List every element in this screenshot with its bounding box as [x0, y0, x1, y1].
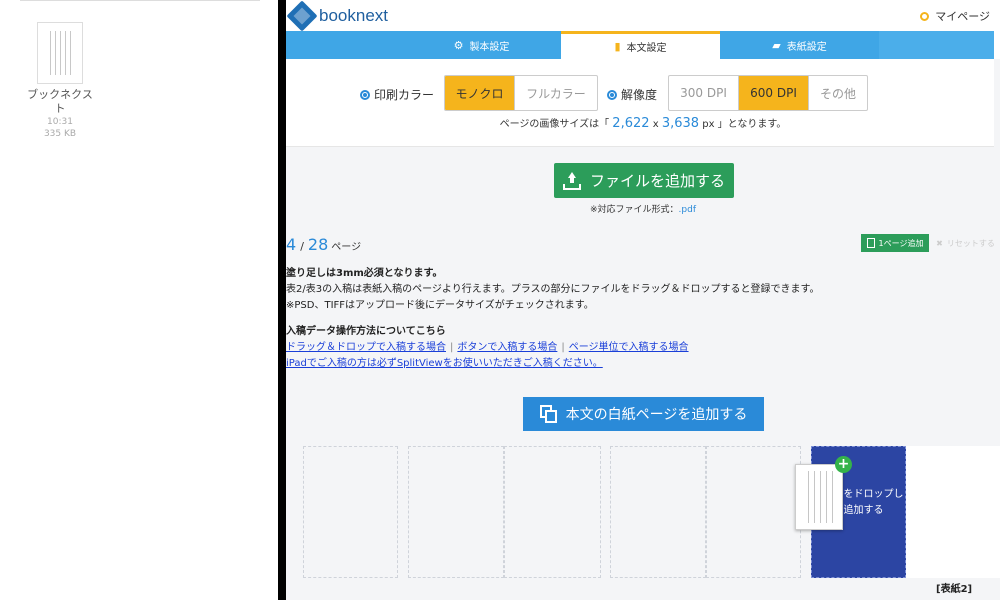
print-color-selector: モノクロ フルカラー — [444, 75, 598, 111]
close-icon: ✖ — [936, 238, 943, 248]
tab-bar: ⚙ 製本設定 ▮ 本文設定 ▰ 表紙設定 — [286, 31, 1000, 59]
page-separator: / — [300, 240, 304, 253]
print-color-label-text: 印刷カラー — [374, 88, 435, 102]
tab-label: 本文設定 — [626, 43, 667, 54]
radio-icon — [360, 89, 370, 100]
user-icon — [920, 11, 930, 21]
page-unit: ページ — [331, 242, 362, 253]
tab-bar-spacer — [879, 31, 994, 59]
add-one-page-button[interactable]: 1ページ追加 — [861, 234, 929, 252]
radio-icon — [607, 89, 617, 100]
logo-icon — [286, 0, 318, 32]
file-thumbnail — [37, 22, 83, 84]
image-size-text: ページの画像サイズは「 2,622 x 3,638 px 」となります。 — [286, 115, 1000, 131]
add-file-button[interactable]: ファイルを追加する — [554, 163, 734, 198]
formats-label: ※対応ファイル形式： — [589, 205, 679, 215]
page-icon — [866, 238, 875, 248]
note-psd-tiff: ※PSD、TIFFはアップロード後にデータサイズがチェックされます。 — [286, 300, 594, 311]
cover-2-label: [表紙2] — [936, 584, 973, 595]
plus-icon: + — [835, 456, 852, 473]
file-item[interactable]: ブックネクスト 10:31 335 KB — [22, 22, 98, 140]
page-slot[interactable] — [610, 446, 706, 578]
upload-icon — [562, 171, 581, 190]
print-settings: 印刷カラー モノクロ フルカラー 解像度 300 DPI 600 DPI その他… — [286, 59, 994, 147]
add-file-label: ファイルを追加する — [589, 172, 725, 190]
book-icon: ▰ — [772, 38, 781, 52]
image-size-prefix: ページの画像サイズは「 — [499, 119, 610, 130]
page-slot[interactable] — [504, 446, 601, 578]
document-icon: ▮ — [614, 40, 621, 53]
logo[interactable]: booknext — [286, 0, 388, 32]
link-page-upload[interactable]: ページ単位で入稿する場合 — [569, 342, 689, 353]
app-window: ブックネクスト 10:31 335 KB booknext マイページ ⚙ 製本… — [0, 0, 1000, 600]
tab-body-settings[interactable]: ▮ 本文設定 — [561, 31, 720, 59]
option-full-color[interactable]: フルカラー — [515, 76, 597, 110]
copy-icon — [539, 405, 558, 423]
file-size: 335 KB — [43, 129, 77, 139]
option-300dpi[interactable]: 300 DPI — [669, 76, 739, 110]
mypage-link[interactable]: マイページ — [920, 8, 990, 24]
link-separator: | — [561, 342, 565, 353]
resolution-selector: 300 DPI 600 DPI その他 — [668, 75, 868, 111]
file-panel: ブックネクスト 10:31 335 KB — [0, 0, 278, 600]
resolution-label: 解像度 — [607, 86, 657, 103]
page-slot[interactable] — [706, 446, 801, 578]
current-page-count: 4 — [286, 235, 297, 254]
main-content: booknext マイページ ⚙ 製本設定 ▮ 本文設定 ▰ 表紙設定 印刷カラ… — [286, 0, 1000, 600]
logo-text: booknext — [319, 6, 388, 25]
howto-link-row: ドラッグ＆ドロップで入稿する場合 | ボタンで入稿する場合 | ページ単位で入稿する場合 — [286, 340, 689, 356]
dragged-file-thumbnail[interactable] — [795, 464, 843, 530]
image-height: 3,638 — [661, 116, 700, 131]
add-blank-page-button[interactable]: 本文の白紙ページを追加する — [523, 397, 764, 431]
tab-label: 表紙設定 — [786, 41, 827, 53]
page-slots: ァイルをドロップして追加する + — [303, 446, 1000, 578]
print-color-label: 印刷カラー — [360, 86, 434, 103]
page-counter: 4 / 28 ページ — [286, 235, 361, 254]
note-cover-pages: 表2/表3の入稿は表紙入稿のページより行えます。プラスの部分にファイルをドラッグ… — [286, 284, 820, 295]
add-one-page-label: 1ページ追加 — [878, 238, 924, 248]
option-other[interactable]: その他 — [809, 76, 867, 110]
tab-label: 製本設定 — [469, 41, 510, 53]
link-button-upload[interactable]: ボタンで入稿する場合 — [457, 342, 557, 353]
total-page-count: 28 — [307, 235, 329, 254]
link-drag-drop[interactable]: ドラッグ＆ドロップで入稿する場合 — [286, 342, 446, 353]
reset-button[interactable]: ✖ リセットする — [931, 234, 1000, 252]
page-slot[interactable] — [408, 446, 504, 578]
file-time: 10:31 — [47, 117, 73, 127]
image-size-x: x — [652, 119, 659, 130]
howto-links: 入稿データ操作方法についてこちら ドラッグ＆ドロップで入稿する場合 | ボタンで入稿… — [286, 324, 689, 372]
add-blank-page-label: 本文の白紙ページを追加する — [565, 407, 748, 423]
cover-slot[interactable] — [906, 446, 1000, 578]
formats-value: .pdf — [678, 205, 696, 215]
mypage-label: マイページ — [935, 10, 990, 23]
page-slot[interactable] — [303, 446, 398, 578]
option-600dpi[interactable]: 600 DPI — [739, 76, 809, 110]
image-width: 2,622 — [612, 116, 650, 131]
gear-icon: ⚙ — [453, 38, 464, 52]
header: booknext マイページ — [286, 0, 1000, 32]
resolution-label-text: 解像度 — [621, 88, 658, 102]
link-separator: | — [450, 342, 454, 353]
image-size-suffix: px 」となります。 — [702, 119, 787, 130]
link-ipad-splitview[interactable]: iPadでご入稿の方は必ずSplitViewをお使いいただきご入稿ください。 — [286, 358, 603, 369]
supported-formats: ※対応ファイル形式：.pdf — [286, 202, 1000, 215]
upload-notes: 塗り足しは3mm必須となります。 表2/表3の入稿は表紙入稿のページより行えます… — [286, 266, 1000, 314]
option-mono[interactable]: モノクロ — [445, 76, 515, 110]
howto-title: 入稿データ操作方法についてこちら — [286, 326, 446, 337]
note-bleed: 塗り足しは3mm必須となります。 — [286, 268, 443, 279]
tab-binding-settings[interactable]: ⚙ 製本設定 — [402, 31, 561, 59]
divider — [20, 0, 260, 1]
reset-label: リセットする — [946, 238, 995, 248]
file-name: ブックネクスト — [27, 88, 93, 115]
tab-cover-settings[interactable]: ▰ 表紙設定 — [720, 31, 879, 59]
split-view-divider[interactable] — [278, 0, 286, 600]
